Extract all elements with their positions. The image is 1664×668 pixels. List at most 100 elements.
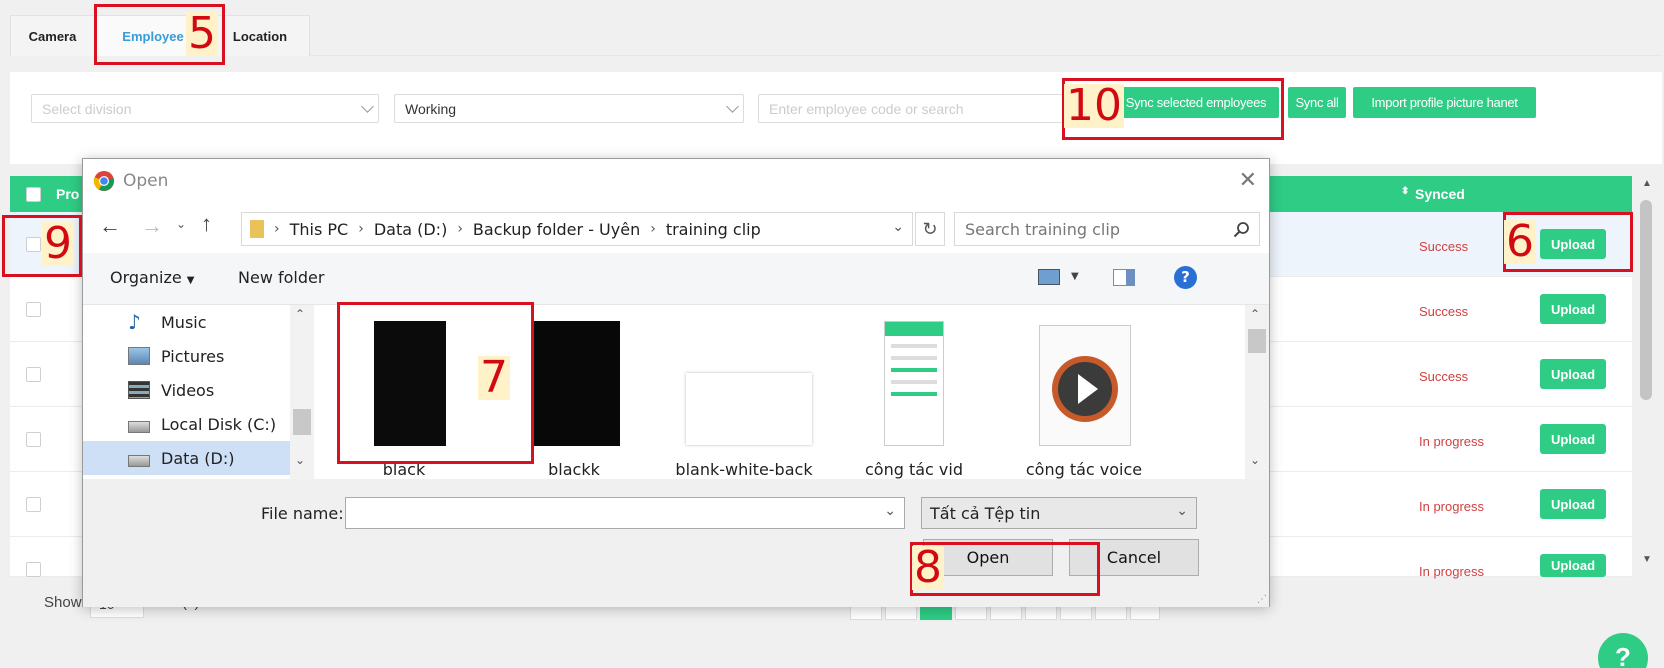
scroll-down-icon[interactable]: ⌄ xyxy=(295,453,305,467)
music-icon: ♪ xyxy=(128,310,141,334)
scroll-up-icon[interactable]: ⌃ xyxy=(1250,307,1260,321)
row-checkbox[interactable] xyxy=(26,562,41,577)
column-profile: Pro xyxy=(56,186,80,202)
address-dropdown-icon[interactable]: ⌄ xyxy=(892,219,904,235)
dialog-title: Open xyxy=(123,171,169,191)
file-type-value: Tất cả Tệp tin xyxy=(930,504,1041,523)
nav-item-music[interactable]: ♪ Music xyxy=(83,305,290,339)
file-thumbnail xyxy=(686,373,812,445)
sync-all-label: Sync all xyxy=(1295,95,1339,110)
breadcrumb-this-pc[interactable]: This PC xyxy=(290,220,349,239)
pagination-show: Show xyxy=(44,594,82,611)
help-icon[interactable]: ? xyxy=(1174,266,1197,289)
employee-search-input[interactable]: Enter employee code or search xyxy=(758,94,1068,123)
scroll-up-icon[interactable]: ⌃ xyxy=(295,307,305,321)
annotation-number: 7 xyxy=(478,352,510,403)
annotation-number: 10 xyxy=(1064,80,1124,131)
file-thumbnail xyxy=(884,321,944,446)
file-name-input[interactable]: ⌄ xyxy=(345,497,905,529)
back-icon[interactable]: ← xyxy=(99,213,121,239)
file-item-cong-tac-voice[interactable]: công tác voice xyxy=(1004,305,1164,479)
view-mode-icon[interactable] xyxy=(1038,269,1060,285)
upload-label: Upload xyxy=(1550,558,1596,573)
folder-icon xyxy=(250,220,264,238)
refresh-icon[interactable]: ↻ xyxy=(915,212,945,246)
sync-status: In progress xyxy=(1419,564,1485,579)
scroll-thumb[interactable] xyxy=(1640,200,1652,400)
file-name: công tác voice xyxy=(1025,460,1143,479)
row-checkbox[interactable] xyxy=(26,302,41,317)
search-icon xyxy=(1233,222,1249,238)
upload-button[interactable]: Upload xyxy=(1540,359,1606,389)
sync-status: Success xyxy=(1419,304,1469,319)
help-button[interactable]: ? xyxy=(1598,633,1648,668)
file-thumbnail xyxy=(1039,325,1131,446)
organize-button[interactable]: Organize ▼ xyxy=(110,268,194,287)
cancel-label: Cancel xyxy=(1106,548,1162,567)
chevron-down-icon xyxy=(726,100,739,113)
dialog-search-input[interactable]: Search training clip xyxy=(954,212,1260,246)
row-checkbox[interactable] xyxy=(26,432,41,447)
scroll-down-icon[interactable]: ⌄ xyxy=(1250,453,1260,467)
show-label: Show xyxy=(44,594,82,611)
import-picture-button[interactable]: Import profile picture hanet xyxy=(1353,87,1536,118)
nav-item-local-disk[interactable]: Local Disk (C:) xyxy=(83,407,290,441)
breadcrumb-separator-icon: › xyxy=(358,221,364,237)
upload-button[interactable]: Upload xyxy=(1540,424,1606,454)
media-play-icon xyxy=(1052,356,1118,422)
table-scrollbar[interactable]: ▲ ▼ xyxy=(1634,176,1662,576)
scroll-thumb[interactable] xyxy=(293,409,311,435)
address-bar[interactable]: › This PC › Data (D:) › Backup folder - … xyxy=(241,212,913,246)
scroll-thumb[interactable] xyxy=(1248,329,1266,353)
scroll-up-icon[interactable]: ▲ xyxy=(1642,178,1652,189)
scroll-down-icon[interactable]: ▼ xyxy=(1642,554,1652,565)
dialog-toolbar: Organize ▼ New folder ▼ ? xyxy=(83,253,1269,305)
nav-item-videos[interactable]: Videos xyxy=(83,373,290,407)
view-dropdown-icon[interactable]: ▼ xyxy=(1071,271,1079,282)
new-folder-button[interactable]: New folder xyxy=(238,268,324,287)
tab-location[interactable]: Location xyxy=(210,15,310,56)
upload-button[interactable]: Upload xyxy=(1540,554,1606,577)
nav-scrollbar[interactable]: ⌃ ⌄ xyxy=(290,305,314,479)
upload-label: Upload xyxy=(1550,301,1596,317)
forward-icon[interactable]: → xyxy=(141,213,163,239)
tab-camera[interactable]: Camera xyxy=(10,15,95,56)
row-checkbox[interactable] xyxy=(26,367,41,382)
sync-all-button[interactable]: Sync all xyxy=(1288,87,1346,118)
up-icon[interactable]: ↑ xyxy=(201,211,212,237)
close-icon[interactable]: ✕ xyxy=(1239,167,1257,193)
sync-status: In progress xyxy=(1419,434,1485,449)
file-thumbnail xyxy=(534,321,620,446)
preview-pane-icon[interactable] xyxy=(1113,269,1135,286)
division-select[interactable]: Select division xyxy=(31,94,379,123)
import-picture-label: Import profile picture hanet xyxy=(1371,95,1518,110)
column-synced: Synced xyxy=(1415,186,1465,202)
caret-down-icon: ▼ xyxy=(186,275,195,286)
chevron-down-icon[interactable]: ⌄ xyxy=(1176,503,1188,519)
annotation-number: 8 xyxy=(912,542,944,593)
chevron-down-icon[interactable]: ⌄ xyxy=(884,503,896,519)
file-name-label: File name: xyxy=(261,504,344,523)
division-placeholder: Select division xyxy=(42,101,132,117)
breadcrumb-backup-folder[interactable]: Backup folder - Uyên xyxy=(473,220,640,239)
breadcrumb-data-drive[interactable]: Data (D:) xyxy=(374,220,447,239)
upload-label: Upload xyxy=(1550,496,1596,512)
tab-location-label: Location xyxy=(232,28,288,44)
nav-item-data-drive[interactable]: Data (D:) xyxy=(83,441,290,475)
nav-item-label: Pictures xyxy=(161,346,225,366)
files-scrollbar[interactable]: ⌃ ⌄ xyxy=(1245,305,1269,479)
file-item-cong-tac-vid[interactable]: công tác vid xyxy=(834,305,994,479)
select-all-checkbox[interactable] xyxy=(26,187,41,202)
nav-item-label: Music xyxy=(161,312,207,332)
row-checkbox[interactable] xyxy=(26,497,41,512)
upload-button[interactable]: Upload xyxy=(1540,489,1606,519)
nav-item-pictures[interactable]: Pictures xyxy=(83,339,290,373)
file-type-select[interactable]: Tất cả Tệp tin ⌄ xyxy=(921,497,1197,529)
resize-grip-icon[interactable]: ⋰ xyxy=(1257,594,1267,605)
status-select[interactable]: Working xyxy=(394,94,744,123)
breadcrumb-training-clip[interactable]: training clip xyxy=(666,220,761,239)
recent-chevron-icon[interactable]: ⌄ xyxy=(176,217,186,231)
upload-button[interactable]: Upload xyxy=(1540,294,1606,324)
file-item-blank-white-back[interactable]: blank-white-back xyxy=(664,305,824,479)
sort-icon[interactable]: ⬍ xyxy=(1401,186,1409,197)
